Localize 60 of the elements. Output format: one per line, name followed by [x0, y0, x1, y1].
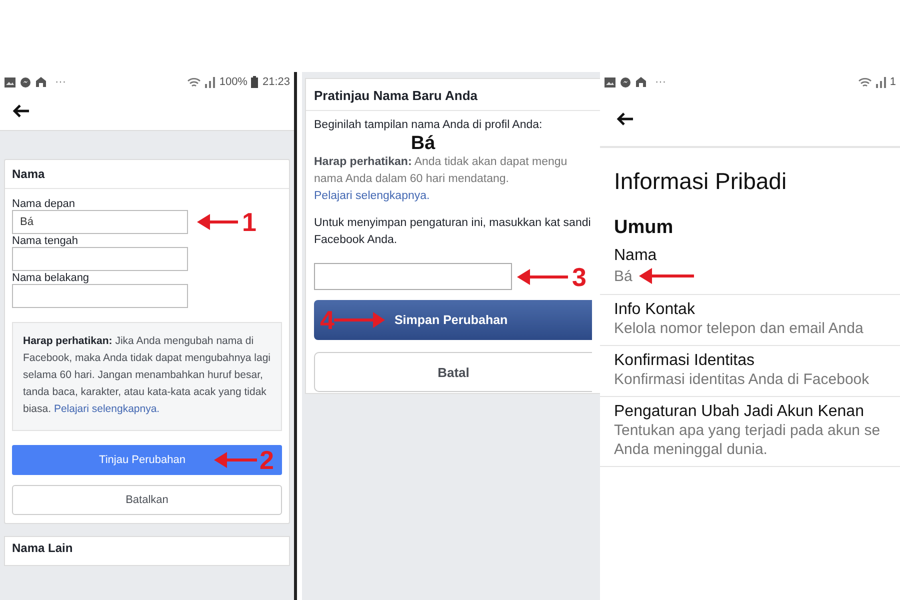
back-arrow-icon[interactable] [12, 104, 30, 118]
item-subtitle: Bá [614, 266, 632, 286]
item-title: Nama [614, 247, 658, 265]
notice-text: Harap perhatikan: Anda tidak akan dapat mengu nama Anda dalam 60 hari mendatang. Pelajari selengkapnya. [314, 155, 568, 204]
back-arrow-icon[interactable] [616, 112, 634, 126]
signal-icon [205, 76, 216, 88]
image-icon [4, 76, 16, 88]
notice-text: Harap perhatikan: Jika Anda mengubah nama di Facebook, maka Anda tidak dapat mengubahnya lagi selama 60 hari. Jangan menambahkan huruf besar, tanda baca, karakter, atau kata-kata acak yang tidak biasa. Pelajari selengkapnya. [12, 322, 282, 431]
text-field[interactable] [12, 247, 188, 271]
house-icon [35, 76, 47, 88]
item-title: Info Kontak [614, 301, 696, 319]
pointer-arrow-icon [334, 309, 386, 331]
cancel-button[interactable]: Batalkan [12, 485, 282, 515]
notification-dots: ··· [55, 76, 66, 88]
pointer-arrow-icon [196, 211, 238, 233]
item-subtitle: Kelola nomor telepon dan email Anda [614, 319, 864, 338]
review-changes-button[interactable]: Tinjau Perubahan [12, 445, 213, 475]
item-subtitle: Tentukan apa yang terjadi pada akun se Anda meninggal dunia. [614, 421, 882, 459]
image-icon [604, 76, 616, 88]
settings-item[interactable]: Pengaturan Ubah Jadi Akun Kenan Tentukan apa yang terjadi pada akun se Anda meninggal dunia. [600, 397, 900, 467]
password-field[interactable] [314, 263, 512, 290]
field-label: Nama belakang [12, 272, 90, 284]
settings-item[interactable]: Konfirmasi Identitas Konfirmasi identitas Anda di Facebook [600, 346, 900, 397]
item-subtitle: Konfirmasi identitas Anda di Facebook [614, 370, 870, 389]
learn-more-link[interactable]: Pelajari selengkapnya. [54, 403, 160, 415]
learn-more-link[interactable]: Pelajari selengkapnya. [314, 190, 430, 202]
name-preview: Bá [410, 134, 436, 154]
wifi-icon [187, 76, 202, 88]
chat-icon [20, 76, 31, 88]
step-number: 1 [242, 210, 256, 234]
save-changes-button[interactable]: Simpan Perubahan [386, 300, 508, 340]
item-title: Konfirmasi Identitas [614, 352, 756, 370]
item-title: Pengaturan Ubah Jadi Akun Kenan [614, 403, 865, 421]
step-number: 4 [320, 308, 334, 332]
notification-dots: ··· [655, 76, 666, 88]
house-icon [635, 76, 647, 88]
section-title: Nama [5, 160, 289, 189]
dialog-title: Pratinjau Nama Baru Anda [306, 79, 600, 111]
text-field[interactable]: Bá [12, 210, 188, 234]
pointer-arrow-icon [212, 449, 257, 471]
cancel-button[interactable]: Batal [314, 352, 592, 392]
section-heading: Umum [613, 216, 674, 240]
step-number: 2 [260, 448, 274, 472]
chat-icon [620, 76, 631, 88]
wifi-icon [858, 76, 872, 88]
battery-icon [251, 76, 258, 88]
preview-intro: Beginilah tampilan nama Anda di profil Anda: [314, 118, 544, 133]
password-prompt: Untuk menyimpan pengaturan ini, masukkan kat sandi Facebook Anda. [314, 216, 592, 248]
signal-icon [876, 76, 886, 88]
settings-item[interactable]: Info Kontak Kelola nomor telepon dan email Anda [600, 295, 900, 346]
field-label: Nama depan [12, 198, 76, 210]
settings-item[interactable]: Nama Bá [600, 247, 900, 295]
section-title: Nama Lain [4, 536, 290, 566]
text-field[interactable] [12, 284, 188, 308]
battery-percent: 100% [219, 76, 248, 88]
page-title: Informasi Pribadi [613, 167, 788, 195]
clock-time: 21:23 [262, 76, 290, 88]
step-number: 3 [572, 264, 586, 288]
field-label: Nama tengah [12, 235, 80, 247]
battery-percent: 1 [890, 76, 896, 88]
